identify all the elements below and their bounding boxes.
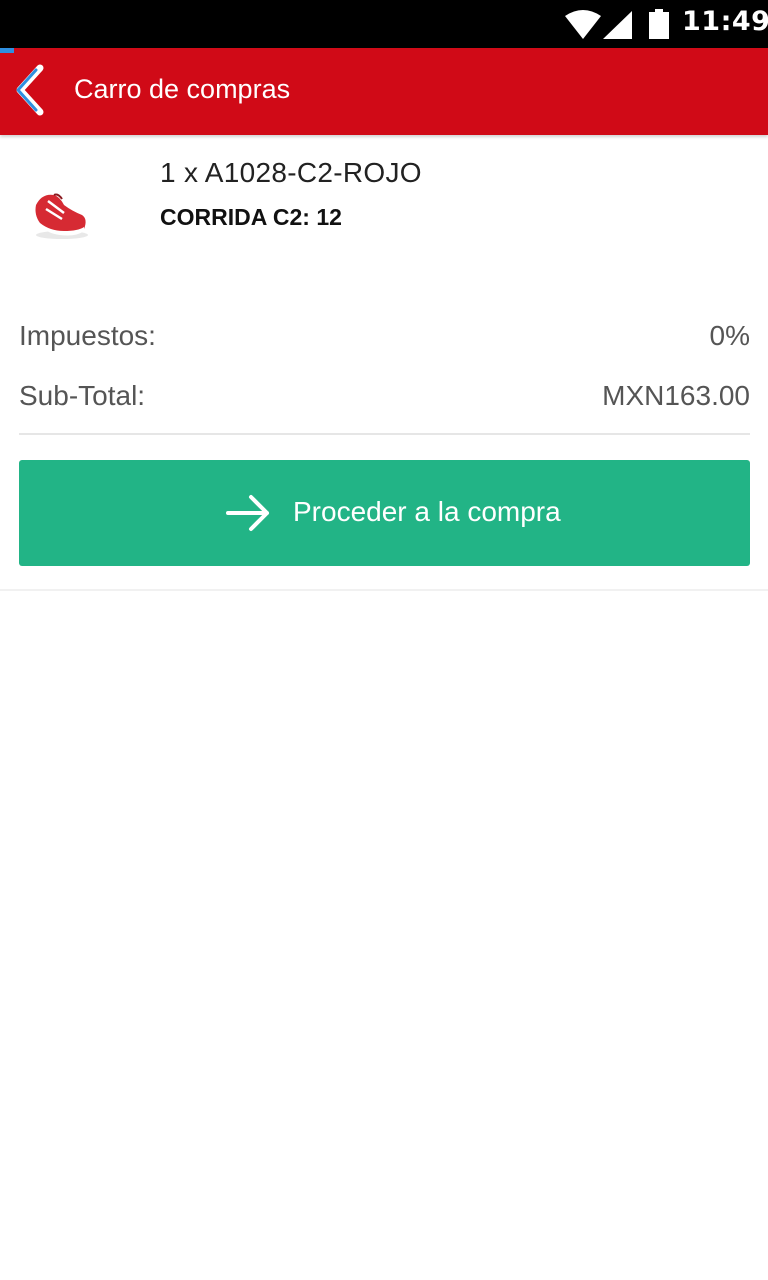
checkout-label: Proceder a la compra xyxy=(293,496,561,527)
subtotal-label: Sub-Total: xyxy=(19,380,146,411)
tax-row: Impuestos: 0% xyxy=(19,316,750,356)
app-bar: Carro de compras xyxy=(0,48,768,135)
section-bottom-border xyxy=(0,589,768,591)
signal-icon xyxy=(603,11,632,39)
item-name: 1 x A1028-C2-ROJO xyxy=(160,157,422,188)
item-variant: CORRIDA C2: 12 xyxy=(160,204,342,230)
page-title: Carro de compras xyxy=(74,74,291,104)
accent-strip xyxy=(0,48,14,53)
status-time: 11:49 xyxy=(682,6,768,37)
back-chevron-icon[interactable] xyxy=(10,64,54,116)
cart-item[interactable]: 1 x A1028-C2-ROJO CORRIDA C2: 12 xyxy=(0,135,768,285)
status-bar: 11:49 xyxy=(0,0,768,48)
subtotal-row: Sub-Total: MXN163.00 xyxy=(19,376,750,416)
tax-label: Impuestos: xyxy=(19,320,156,351)
subtotal-value: MXN163.00 xyxy=(602,380,750,411)
divider xyxy=(19,433,750,435)
red-shoe-image xyxy=(35,193,88,239)
checkout-button[interactable]: Proceder a la compra xyxy=(19,460,750,566)
battery-icon xyxy=(649,9,669,39)
arrow-right-icon xyxy=(226,495,269,531)
tax-value: 0% xyxy=(709,320,750,351)
wifi-icon xyxy=(565,10,601,39)
